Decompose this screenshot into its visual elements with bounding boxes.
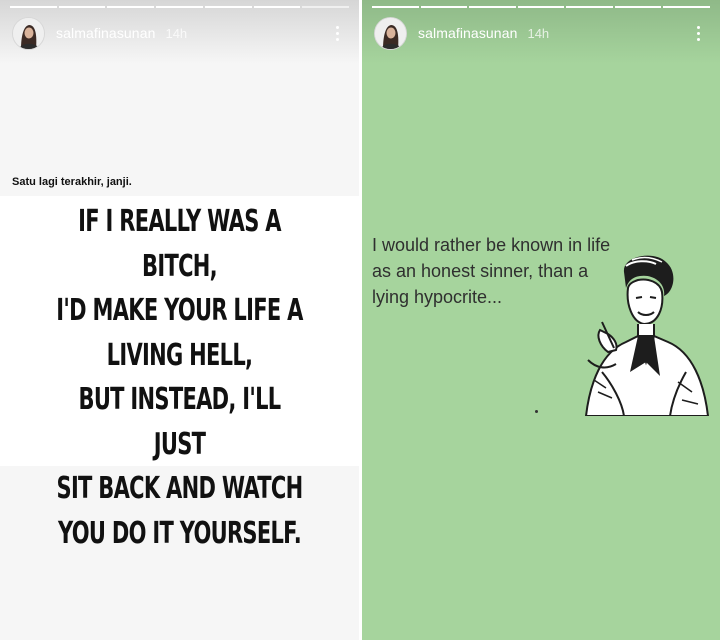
progress-segment [107,6,155,8]
avatar[interactable] [12,16,45,50]
quote-line: BUT INSTEAD, I'LL JUST [78,382,282,462]
progress-segment [420,6,468,8]
quote-line: IF I REALLY WAS A BITCH, [78,204,281,284]
progress-segment [372,6,419,8]
progress-segment [156,6,203,8]
progress-segment [469,6,516,8]
progress-segment [302,6,350,8]
story-panel-left[interactable]: salmafinasunan 14h Satu lagi terakhir, j… [0,0,359,640]
progress-segment [566,6,613,8]
progress-segment [204,6,252,8]
username[interactable]: salmafinasunan [56,25,155,41]
progress-segment [253,6,301,8]
avatar[interactable] [374,16,407,50]
story-viewer: salmafinasunan 14h Satu lagi terakhir, j… [0,0,720,640]
progress-segment [10,6,57,8]
username[interactable]: salmafinasunan [418,25,517,41]
quote-line: LIVING HELL, [106,337,253,373]
quote-line: YOU DO IT YOURSELF. [57,515,302,551]
stray-dot [535,410,538,413]
progress-segment [663,6,711,8]
progress-segment [517,6,565,8]
progress-segment [58,6,106,8]
story-header: salmafinasunan 14h [12,16,347,50]
quote-image: IF I REALLY WAS A BITCH, I'D MAKE YOUR L… [0,196,359,551]
story-caption: Satu lagi terakhir, janji. [12,176,132,188]
story-header: salmafinasunan 14h [374,16,708,50]
quote-text: IF I REALLY WAS A BITCH, I'D MAKE YOUR L… [54,200,305,556]
story-progress [372,6,711,8]
quote-line: I'D MAKE YOUR LIFE A [56,293,303,328]
post-time: 14h [527,25,550,41]
progress-segment [614,6,662,8]
more-options-icon[interactable] [327,21,347,45]
woman-illustration [584,255,710,416]
post-time: 14h [165,25,188,41]
more-options-icon[interactable] [688,21,708,45]
quote-line: SIT BACK AND WATCH [56,471,304,506]
story-progress [10,6,350,8]
